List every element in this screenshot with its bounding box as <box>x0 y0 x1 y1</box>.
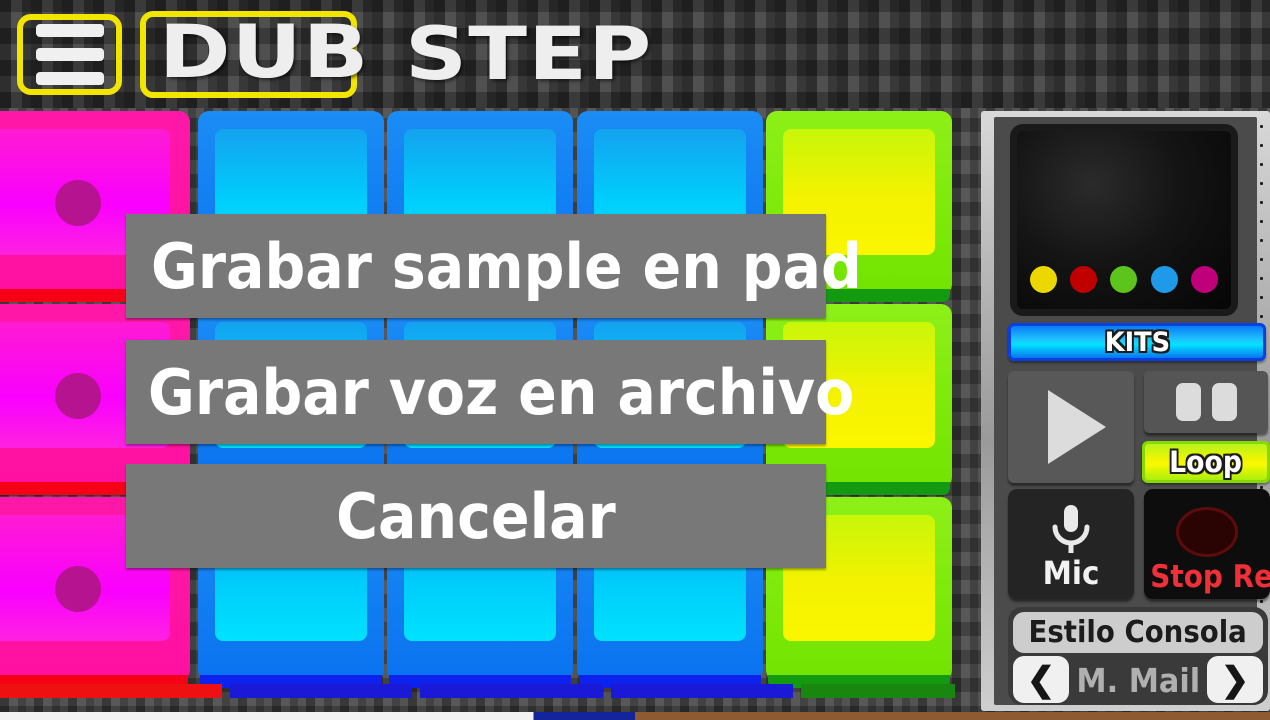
chevron-right-icon: ❯ <box>1220 660 1250 699</box>
next-style-button[interactable]: ❯ <box>1207 656 1263 703</box>
indicator-dot-4 <box>1150 266 1178 293</box>
loop-button-label: Loop <box>1169 445 1243 479</box>
prev-style-button[interactable]: ❮ <box>1013 656 1069 703</box>
menu-bar-3 <box>35 72 104 85</box>
lcd-display <box>1010 124 1238 316</box>
loop-button[interactable]: Loop <box>1142 441 1270 483</box>
microphone-icon <box>1008 503 1134 559</box>
menu-bar-1 <box>35 24 104 37</box>
mic-button-label: Mic <box>1042 554 1100 592</box>
pad-center-dot <box>55 566 101 612</box>
logo-dub-text: DUB <box>159 9 370 95</box>
indicator-dot-5 <box>1190 266 1218 293</box>
console-style-selector: Estilo Consola ❮ M. Mail ❯ <box>1008 607 1268 705</box>
dialog-option-1-label: Grabar sample en pad <box>151 229 862 303</box>
dialog-option-3-label: Cancelar <box>336 479 616 553</box>
bottom-strip-segment-2 <box>230 684 413 698</box>
console-style-row: ❮ M. Mail ❯ <box>1013 656 1263 704</box>
dialog-option-record-voice-to-file[interactable]: Grabar voz en archivo <box>126 340 854 444</box>
console-panel: KITS Loop Mic Stop R Estilo Consola ❮ M.… <box>981 111 1270 711</box>
app-logo: DUB STEP <box>140 8 651 100</box>
display-indicator-dots <box>1017 266 1231 293</box>
indicator-dot-3 <box>1110 266 1138 293</box>
console-style-title-label: Estilo Consola <box>1028 615 1248 650</box>
dialog-option-cancel[interactable]: Cancelar <box>126 464 826 568</box>
stop-rec-button[interactable]: Stop Rec <box>1144 489 1270 599</box>
stop-rec-button-label: Stop Rec <box>1150 559 1270 595</box>
mic-button[interactable]: Mic <box>1008 489 1134 599</box>
console-style-value: M. Mail <box>1076 660 1200 700</box>
dialog-option-2-label: Grabar voz en archivo <box>148 355 855 429</box>
pad-bottom-strip <box>0 684 963 698</box>
pad-center-dot <box>55 373 101 419</box>
indicator-dot-1 <box>1030 266 1058 293</box>
logo-step-text: STEP <box>404 11 653 97</box>
record-circle-icon <box>1176 507 1238 557</box>
hamburger-menu-icon[interactable] <box>17 14 122 95</box>
bottom-floor-strip <box>0 712 1270 720</box>
chevron-left-icon: ❮ <box>1026 660 1056 699</box>
logo-dub-box: DUB <box>140 10 368 98</box>
bottom-strip-segment-4 <box>610 684 793 698</box>
console-inner-panel: KITS Loop Mic Stop R Estilo Consola ❮ M.… <box>994 117 1270 705</box>
menu-bar-2 <box>35 48 104 61</box>
play-icon <box>1048 390 1106 464</box>
app-header: DUB STEP <box>0 0 1270 108</box>
bottom-strip-segment-1 <box>0 684 223 698</box>
indicator-dot-2 <box>1070 266 1098 293</box>
pad-center-dot <box>55 180 101 226</box>
record-options-dialog: Grabar sample en pad Grabar voz en archi… <box>126 214 862 568</box>
kits-button[interactable]: KITS <box>1008 323 1266 361</box>
play-button[interactable] <box>1008 371 1134 483</box>
kits-button-label: KITS <box>1104 326 1170 358</box>
bottom-strip-segment-5 <box>800 684 955 698</box>
pause-button[interactable] <box>1144 371 1268 433</box>
dialog-option-record-sample-to-pad[interactable]: Grabar sample en pad <box>126 214 862 318</box>
bottom-strip-segment-3 <box>420 684 603 698</box>
app-root: DUB STEP Grabar sample en pad Grabar voz… <box>0 0 1270 720</box>
pause-icon-bar-1 <box>1175 383 1201 421</box>
console-style-title: Estilo Consola <box>1013 612 1263 653</box>
pause-icon-bar-2 <box>1211 383 1237 421</box>
